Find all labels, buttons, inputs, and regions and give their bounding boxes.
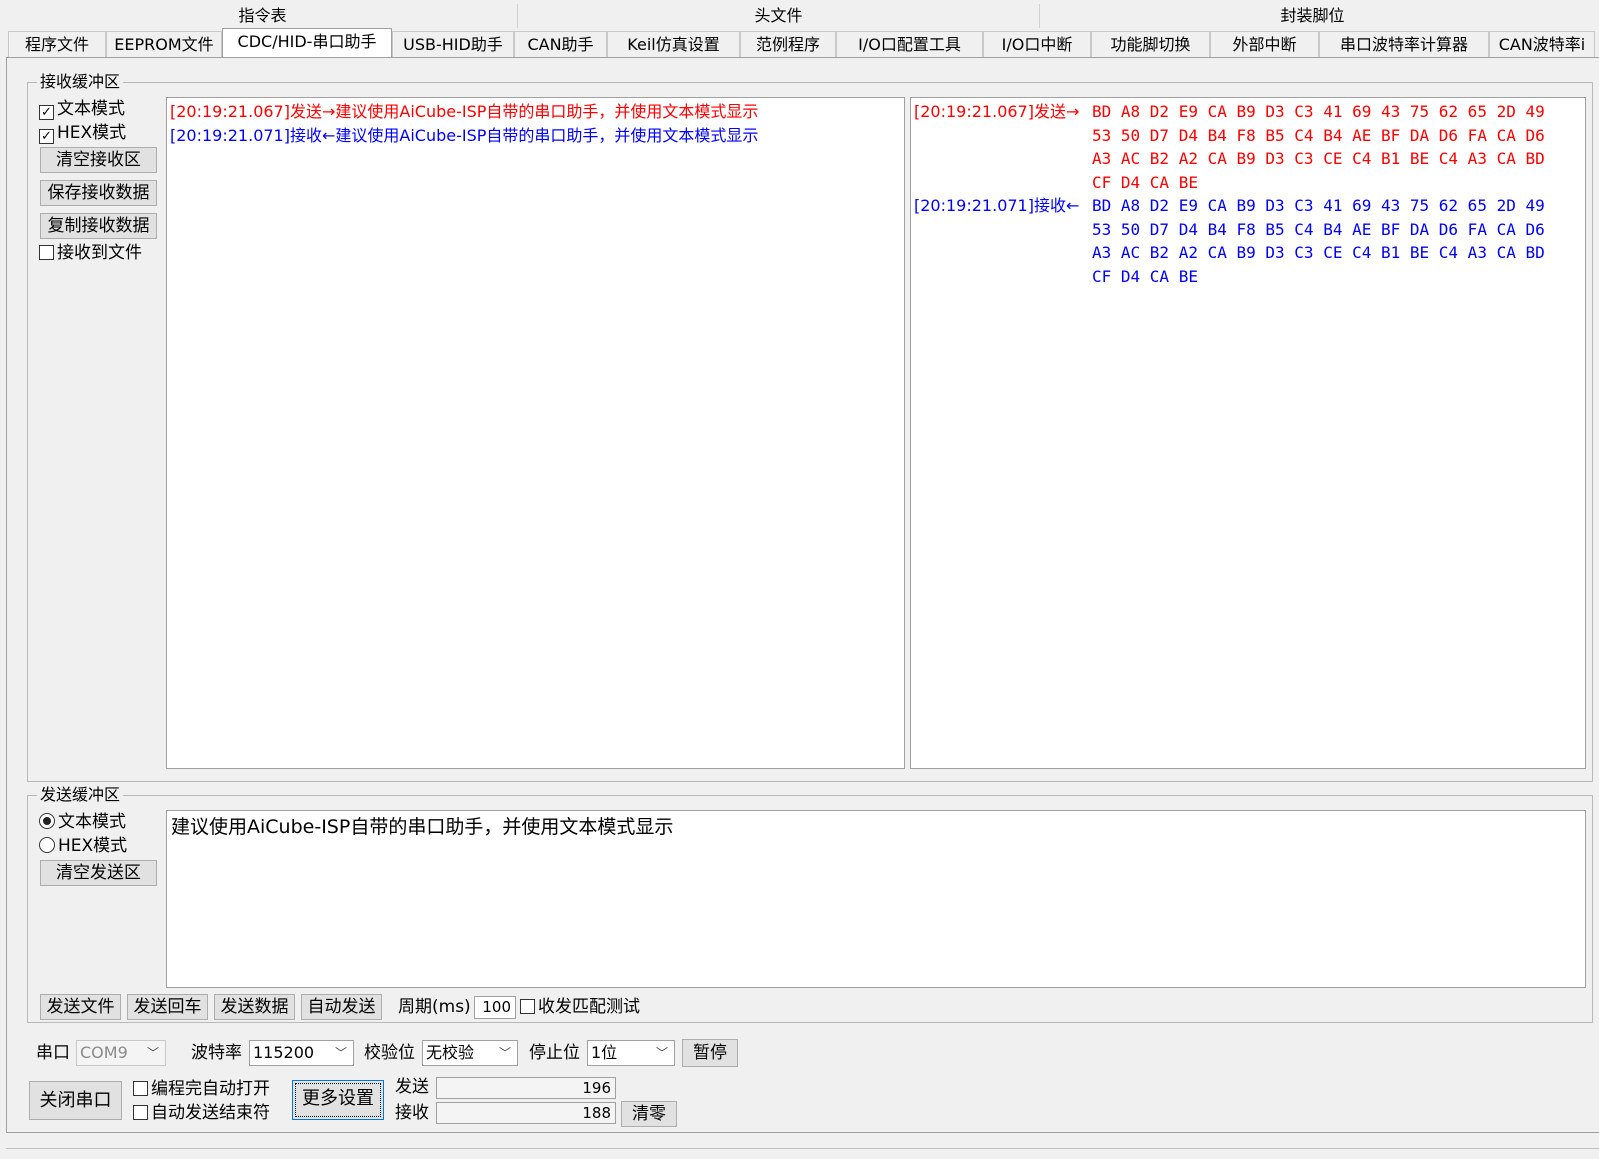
auto-send-button[interactable]: 自动发送 xyxy=(301,994,382,1020)
hex-entry-prefix: [20:19:21.071]接收← xyxy=(914,196,1080,215)
status-strip xyxy=(6,1148,1599,1159)
tab-io-interrupt[interactable]: I/O口中断 xyxy=(983,31,1091,57)
recv-label: 接收 xyxy=(395,1103,429,1123)
tab-io-config[interactable]: I/O口配置工具 xyxy=(836,31,983,57)
tab-keil-sim[interactable]: Keil仿真设置 xyxy=(607,31,740,57)
receive-legend: 接收缓冲区 xyxy=(37,73,124,91)
hex-entry-prefix: [20:19:21.067]发送→ xyxy=(914,102,1080,121)
more-settings-button[interactable]: 更多设置 xyxy=(292,1080,384,1120)
send-text-mode[interactable]: 文本模式 xyxy=(39,811,126,833)
hex-entry-received: [20:19:21.071]接收← BD A8 D2 E9 CA B9 D3 C… xyxy=(914,194,1582,288)
stop-label: 停止位 xyxy=(529,1043,580,1063)
parity-label: 校验位 xyxy=(364,1043,415,1063)
port-select[interactable]: COM9 ﹀ xyxy=(76,1040,166,1066)
receive-text-line: [20:19:21.067]发送→建议使用AiCube-ISP自带的串口助手，并… xyxy=(170,102,759,121)
hex-row: A3 AC B2 A2 CA B9 D3 C3 CE C4 B1 BE C4 A… xyxy=(1092,149,1545,168)
send-hex-mode[interactable]: HEX模式 xyxy=(39,835,127,857)
send-data-button[interactable]: 发送数据 xyxy=(214,994,295,1020)
receive-text-mode[interactable]: ✓ 文本模式 xyxy=(39,98,125,120)
auto-open-checkbox[interactable] xyxy=(133,1081,148,1096)
chevron-down-icon: ﹀ xyxy=(146,1046,159,1060)
send-hex-mode-radio[interactable] xyxy=(39,837,55,853)
tab-program-file[interactable]: 程序文件 xyxy=(8,31,106,57)
hex-row: A3 AC B2 A2 CA B9 D3 C3 CE C4 B1 BE C4 A… xyxy=(1092,243,1545,262)
receive-to-file-checkbox[interactable] xyxy=(39,245,54,260)
baud-label: 波特率 xyxy=(191,1043,242,1063)
hex-entry-sent: [20:19:21.067]发送→ BD A8 D2 E9 CA B9 D3 C… xyxy=(914,100,1582,194)
send-text-mode-radio[interactable] xyxy=(39,813,55,829)
period-input[interactable]: 100 xyxy=(474,996,516,1019)
chevron-down-icon: ﹀ xyxy=(498,1046,511,1060)
send-enter-button[interactable]: 发送回车 xyxy=(127,994,208,1020)
tab-eeprom-file[interactable]: EEPROM文件 xyxy=(106,31,222,57)
period-label: 周期(ms) xyxy=(398,997,471,1017)
tab-examples[interactable]: 范例程序 xyxy=(740,31,836,57)
receive-hex-mode[interactable]: ✓ HEX模式 xyxy=(39,122,126,144)
auto-open[interactable]: 编程完自动打开 xyxy=(133,1078,270,1100)
category-row: 指令表 头文件 封装脚位 xyxy=(8,4,1599,28)
hex-row: 53 50 D7 D4 B4 F8 B5 C4 B4 AE BF DA D6 F… xyxy=(1092,219,1545,239)
reset-counter-button[interactable]: 清零 xyxy=(621,1101,677,1127)
hex-row: BD A8 D2 E9 CA B9 D3 C3 41 69 43 75 62 6… xyxy=(1092,196,1545,215)
receive-text-pane[interactable]: [20:19:21.067]发送→建议使用AiCube-ISP自带的串口助手，并… xyxy=(166,97,905,769)
receive-text-mode-checkbox[interactable]: ✓ xyxy=(39,105,54,120)
close-port-button[interactable]: 关闭串口 xyxy=(29,1081,122,1120)
auto-end-checkbox[interactable] xyxy=(133,1105,148,1120)
tab-cdc-hid-serial[interactable]: CDC/HID-串口助手 xyxy=(222,28,392,58)
tab-ext-interrupt[interactable]: 外部中断 xyxy=(1210,31,1319,57)
sent-label: 发送 xyxy=(395,1077,429,1097)
chevron-down-icon: ﹀ xyxy=(655,1046,668,1060)
clear-receive-button[interactable]: 清空接收区 xyxy=(40,147,157,173)
hex-row: 53 50 D7 D4 B4 F8 B5 C4 B4 AE BF DA D6 F… xyxy=(1092,125,1545,145)
baud-select[interactable]: 115200 ﹀ xyxy=(249,1040,354,1066)
match-test-checkbox[interactable] xyxy=(520,999,535,1014)
parity-select[interactable]: 无校验 ﹀ xyxy=(422,1040,518,1066)
save-receive-button[interactable]: 保存接收数据 xyxy=(40,180,157,206)
tab-usb-hid[interactable]: USB-HID助手 xyxy=(392,31,514,57)
tab-bar: 程序文件 EEPROM文件 CDC/HID-串口助手 USB-HID助手 CAN… xyxy=(8,28,1599,58)
tab-uart-baud-calc[interactable]: 串口波特率计算器 xyxy=(1319,31,1489,57)
copy-receive-button[interactable]: 复制接收数据 xyxy=(40,213,157,239)
hex-row: BD A8 D2 E9 CA B9 D3 C3 41 69 43 75 62 6… xyxy=(1092,102,1545,121)
send-legend: 发送缓冲区 xyxy=(37,786,124,804)
match-test[interactable]: 收发匹配测试 xyxy=(520,996,640,1018)
clear-send-button[interactable]: 清空发送区 xyxy=(40,860,157,886)
recv-counter: 188 xyxy=(436,1102,616,1124)
category-package-pins[interactable]: 封装脚位 xyxy=(1040,4,1585,28)
port-label: 串口 xyxy=(36,1043,70,1063)
send-text-input[interactable]: 建议使用AiCube-ISP自带的串口助手，并使用文本模式显示 xyxy=(166,810,1586,988)
auto-end[interactable]: 自动发送结束符 xyxy=(133,1102,270,1124)
tab-can-helper[interactable]: CAN助手 xyxy=(514,31,607,57)
receive-hex-pane[interactable]: [20:19:21.067]发送→ BD A8 D2 E9 CA B9 D3 C… xyxy=(910,97,1586,769)
stop-select[interactable]: 1位 ﹀ xyxy=(587,1040,675,1066)
chevron-down-icon: ﹀ xyxy=(334,1046,347,1060)
send-file-button[interactable]: 发送文件 xyxy=(40,994,121,1020)
receive-hex-mode-checkbox[interactable]: ✓ xyxy=(39,129,54,144)
hex-row: CF D4 CA BE xyxy=(1092,172,1198,192)
pause-button[interactable]: 暂停 xyxy=(682,1039,738,1067)
hex-row: CF D4 CA BE xyxy=(1092,266,1198,286)
tab-can-baud-calc[interactable]: CAN波特率i xyxy=(1489,31,1595,57)
receive-text-line: [20:19:21.071]接收←建议使用AiCube-ISP自带的串口助手，并… xyxy=(170,125,759,145)
sent-counter: 196 xyxy=(436,1077,616,1099)
receive-to-file[interactable]: 接收到文件 xyxy=(39,242,142,264)
tab-pin-switch[interactable]: 功能脚切换 xyxy=(1091,31,1210,57)
category-instruction-table[interactable]: 指令表 xyxy=(8,4,518,28)
send-text-content: 建议使用AiCube-ISP自带的串口助手，并使用文本模式显示 xyxy=(171,816,674,838)
category-header-file[interactable]: 头文件 xyxy=(518,4,1040,28)
